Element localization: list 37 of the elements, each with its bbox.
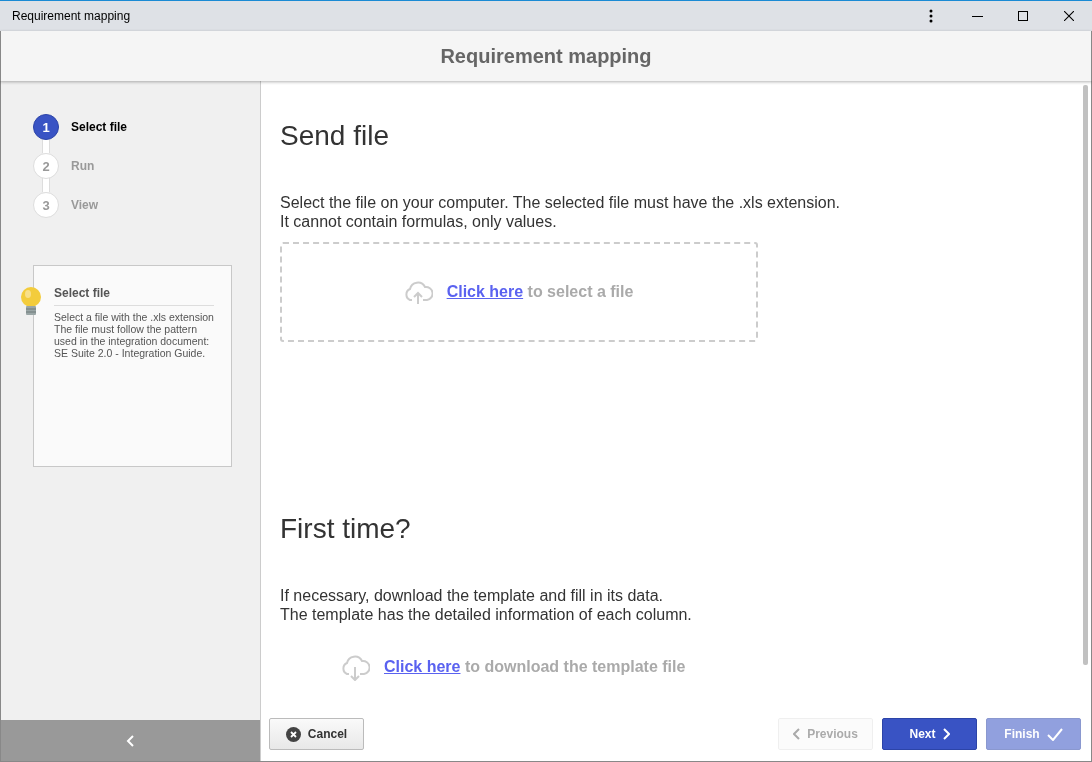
step-label: Select file xyxy=(71,120,128,134)
scrollbar-thumb[interactable] xyxy=(1083,85,1088,665)
description-text: The template has the detailed information of each column. xyxy=(280,605,693,624)
window-title: Requirement mapping xyxy=(11,9,132,23)
step-connector xyxy=(42,178,50,192)
step-number[interactable]: 1 xyxy=(33,114,59,140)
click-here-link[interactable]: Click here xyxy=(446,283,524,300)
cancel-button[interactable]: Cancel xyxy=(269,718,364,750)
description-text: If necessary, download the template and fill in its data. xyxy=(280,586,665,605)
cloud-download-icon xyxy=(340,653,370,681)
description-text: Select the file on your computer. The selected file must have the .xls extension. xyxy=(280,193,841,212)
hint-text: Select a file with the .xls extension The file must follow the pattern used in the integration document: SE Suite 2.0 - Integration Guide. xyxy=(54,311,214,359)
description-text: It cannot contain formulas, only values. xyxy=(280,212,558,231)
step-number[interactable]: 2 xyxy=(33,153,59,179)
step-number[interactable]: 3 xyxy=(33,192,59,218)
section-heading: Send file xyxy=(280,120,390,152)
checkmark-icon xyxy=(1046,727,1063,741)
file-prompt-text: Click here to select a file xyxy=(446,283,634,301)
click-here-link[interactable]: Click here xyxy=(384,658,461,675)
step-label: View xyxy=(71,198,99,212)
chevron-left-icon xyxy=(126,734,135,747)
lightbulb-icon xyxy=(20,286,42,316)
step-connector xyxy=(42,139,50,153)
section-heading: First time? xyxy=(280,513,412,545)
more-options-icon[interactable] xyxy=(929,9,933,23)
dialog-title: Requirement mapping xyxy=(440,44,652,68)
next-button[interactable]: Next xyxy=(882,718,977,750)
minimize-icon[interactable] xyxy=(971,15,983,17)
step-label: Run xyxy=(71,159,95,173)
close-icon[interactable] xyxy=(1064,11,1074,21)
cancel-icon xyxy=(285,726,301,742)
hint-title: Select file xyxy=(54,286,214,306)
maximize-icon[interactable] xyxy=(1018,11,1028,21)
file-drop-zone[interactable]: Click here to select a file xyxy=(280,242,758,342)
chevron-left-icon xyxy=(793,728,801,740)
file-prompt-text: Click here to download the template file xyxy=(384,658,686,676)
chevron-right-icon xyxy=(942,728,950,740)
